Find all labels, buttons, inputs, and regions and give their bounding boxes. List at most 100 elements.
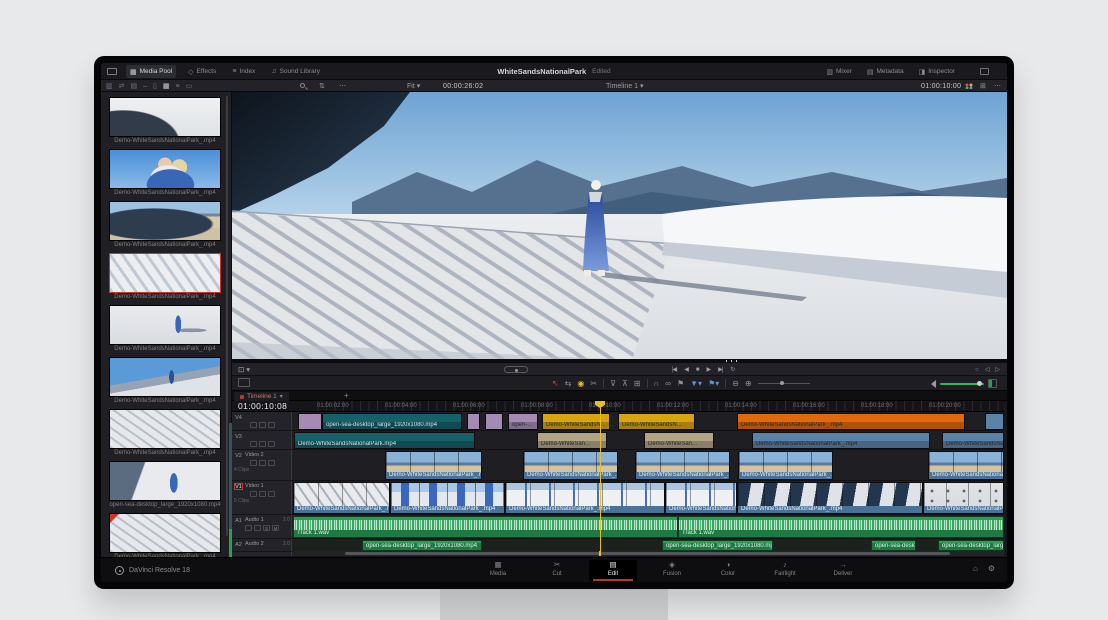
selection-mode-icon[interactable]: ↖	[552, 379, 559, 388]
media-clip[interactable]: Demo-WhiteSandsNationalPark_.mp4	[109, 357, 221, 407]
strip-view-icon[interactable]: ▯	[153, 82, 157, 90]
timeline-clip[interactable]: open-sea-desktop_large_1920x1080.mp4	[362, 540, 482, 551]
zoom-in-icon[interactable]: ⊕	[745, 379, 752, 388]
timeline-clip[interactable]: Demo-WhiteSandsNationalPark.mp4	[294, 432, 475, 449]
metadata-panel-button[interactable]: ▤Metadata	[865, 65, 906, 78]
play-reverse-button[interactable]: ◀	[684, 366, 688, 373]
stop-button[interactable]: ■	[696, 367, 699, 373]
sidebar-scrollbar[interactable]	[226, 96, 228, 536]
track-lock-icon[interactable]	[250, 441, 257, 447]
viewer-zoom-select[interactable]: Fit ▾	[407, 80, 420, 92]
timeline-clip[interactable]: open-sea-desktop_large_1920x1080.mp4	[322, 413, 462, 430]
speaker-icon[interactable]	[931, 380, 936, 388]
media-clip[interactable]: Demo-WhiteSandsNationalPark_.mp4	[109, 409, 221, 459]
blade-edit-mode-icon[interactable]: ✂	[590, 379, 597, 388]
linked-selection-icon[interactable]: ∞	[665, 379, 671, 388]
zoom-slider[interactable]	[758, 383, 810, 384]
timeline-ruler[interactable]: 01:00:02:0001:00:04:0001:00:06:0001:00:0…	[292, 401, 1004, 412]
metadata-view-icon[interactable]: ▭	[186, 82, 193, 90]
track-enable-icon[interactable]	[259, 422, 266, 428]
track-header-V3[interactable]: V3	[232, 431, 292, 450]
timeline-clip[interactable]: Demo-WhiteSandsNationalPark_.mp4	[523, 451, 618, 480]
track-badge-V4[interactable]: V4	[234, 414, 243, 421]
navigate-bins-icon[interactable]: ⇄	[119, 82, 125, 90]
trim-edit-mode-icon[interactable]: ⇆	[565, 379, 572, 388]
timeline-clip[interactable]	[467, 413, 480, 430]
grid-icon[interactable]: ⊞	[980, 80, 986, 92]
scrollbar-thumb[interactable]	[345, 552, 950, 555]
more-options-icon[interactable]: ⋯	[339, 80, 346, 92]
playhead-line[interactable]	[600, 401, 602, 556]
track-header-A2[interactable]: A2Audio 22.0	[232, 539, 292, 552]
media-clip[interactable]: Demo-WhiteSandsNationalPark_.mp4	[109, 513, 221, 557]
solo-button[interactable]: S	[263, 525, 270, 531]
timeline-clip[interactable]: Demo-WhiteSan...	[537, 432, 607, 449]
tab-index[interactable]: ≡Index	[228, 65, 259, 78]
timeline-clip[interactable]: Demo-WhiteSandsNationalPark_.mp4	[737, 413, 965, 430]
inspector-panel-button[interactable]: ◨Inspector	[917, 65, 957, 78]
timeline-clip[interactable]	[985, 413, 1004, 430]
page-button-fusion[interactable]: ◈Fusion	[648, 560, 696, 581]
thumb-size-icon[interactable]: –	[143, 83, 147, 90]
timeline-clip[interactable]: open-sea-desktop_large_1920x1080.mp4	[938, 540, 1004, 551]
timeline-clip[interactable]: Demo-WhiteSan...	[644, 432, 714, 449]
zoom-out-icon[interactable]: ⊖	[732, 379, 739, 388]
audio-meter-icon[interactable]	[988, 379, 997, 388]
go-to-first-frame-button[interactable]: |◀	[672, 366, 676, 373]
sort-icon[interactable]: ⇅	[319, 80, 325, 92]
track-enable-icon[interactable]	[254, 525, 261, 531]
media-clip[interactable]: Demo-WhiteSandsNationalPark_.mp4	[109, 253, 221, 303]
project-settings-gear-icon[interactable]: ⚙	[988, 564, 995, 573]
timeline-clip[interactable]	[485, 413, 503, 430]
page-button-edit[interactable]: ▤Edit	[589, 560, 637, 581]
track-enable-icon[interactable]	[259, 441, 266, 447]
timeline-zoom-select[interactable]: ⊡ ▾	[238, 363, 250, 376]
timeline-clip[interactable]: Demo-WhiteSandsN...	[618, 413, 695, 430]
media-clip[interactable]: Demo-WhiteSandsNationalPark_.mp4	[109, 149, 221, 199]
timeline-clip[interactable]: Track 1.wav	[678, 516, 1004, 538]
timeline-clip[interactable]: Demo-WhiteSandsNationalPark_.mp4	[385, 451, 482, 480]
track-header-V2[interactable]: V2Video 24 Clips	[232, 450, 292, 481]
add-timeline-button[interactable]: +	[344, 391, 349, 400]
timeline-clip[interactable]: Demo-WhiteSandsNationalPark_.mp4	[752, 432, 930, 449]
timeline-clip[interactable]	[298, 413, 322, 430]
tab-sound-library[interactable]: ♫Sound Library	[267, 65, 324, 78]
go-to-last-frame-button[interactable]: ▶|	[718, 366, 722, 373]
timeline-clip[interactable]: open-sea-desktop_large_1920x1080.mp4	[662, 540, 773, 551]
panel-layout-icon[interactable]	[980, 68, 989, 75]
track-lock-icon[interactable]	[250, 422, 257, 428]
new-bin-icon[interactable]: ▤	[131, 82, 138, 90]
timeline-clip[interactable]: Track 1.wav	[293, 516, 678, 538]
flag-dropdown-icon[interactable]: ⚑▾	[708, 379, 719, 388]
page-button-cut[interactable]: ✂Cut	[533, 560, 581, 581]
mixer-panel-button[interactable]: ▥Mixer	[824, 65, 854, 78]
timeline-clip[interactable]: Demo-WhiteSandsNationalPark_.mp4	[737, 482, 923, 514]
position-lock-icon[interactable]: ⚑	[677, 379, 684, 388]
page-button-fairlight[interactable]: ♪Fairlight	[761, 560, 809, 581]
track-header-V1[interactable]: V1Video 15 Clips	[232, 481, 292, 515]
track-header-V4[interactable]: V4	[232, 412, 292, 431]
track-lock-icon[interactable]	[250, 491, 257, 497]
mute-button[interactable]: M	[272, 525, 279, 531]
timeline-clip[interactable]: Demo-WhiteSandsNationalPark_.mp4	[928, 451, 1004, 480]
media-clip[interactable]: Demo-WhiteSandsNationalPark_.mp4	[109, 97, 221, 147]
mark-in-button[interactable]: ◁	[985, 366, 989, 373]
workspace-icon[interactable]	[107, 68, 117, 75]
viewer-more-icon[interactable]: ⋯	[994, 80, 1001, 92]
scopes-icon[interactable]	[965, 83, 973, 89]
timeline-clip[interactable]: Demo-WhiteSandsNationalPark_.mp4	[738, 451, 833, 480]
track-badge-V3[interactable]: V3	[234, 433, 243, 440]
match-frame-button[interactable]: ○	[975, 367, 978, 373]
track-camera-icon[interactable]	[268, 422, 275, 428]
track-badge-V1[interactable]: V1	[234, 483, 243, 490]
timeline-view-options-icon[interactable]	[238, 378, 250, 387]
mark-out-button[interactable]: ▷	[995, 366, 999, 373]
track-header-A1[interactable]: A1Audio 12.0SM	[232, 515, 292, 539]
loop-button[interactable]: ↻	[730, 366, 734, 373]
overwrite-clip-icon[interactable]: ⊼	[622, 379, 628, 388]
marker-dropdown-icon[interactable]: ▼▾	[690, 379, 702, 388]
timeline-clip[interactable]: Demo-WhiteSandsNationalPark_.mp4	[293, 482, 390, 514]
timeline-clip[interactable]: Demo-WhiteSandsNationalPark_.mp4	[505, 482, 665, 514]
tab-media-pool[interactable]: ▦Media Pool	[126, 65, 176, 78]
jog-control[interactable]	[504, 366, 528, 373]
